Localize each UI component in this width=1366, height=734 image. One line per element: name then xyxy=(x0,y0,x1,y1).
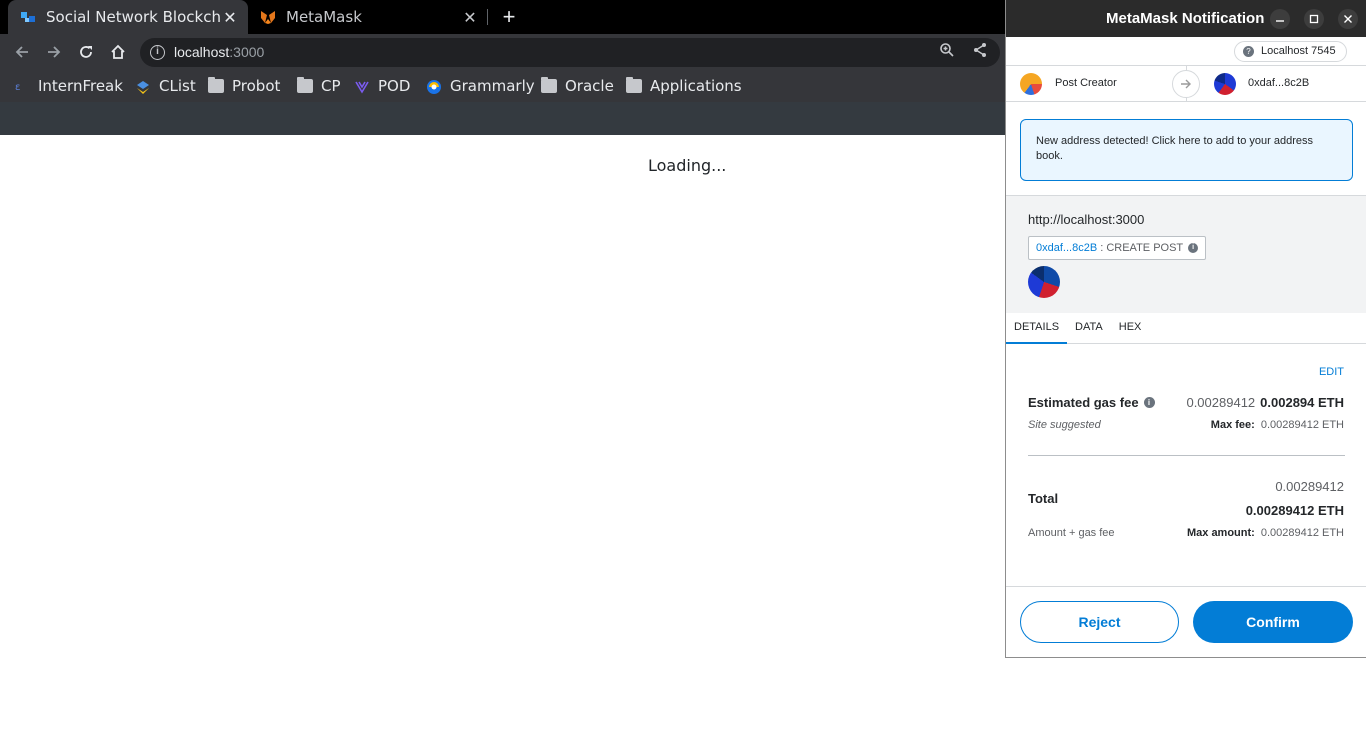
bookmark-internfreak[interactable]: ε InternFreak xyxy=(14,77,123,95)
origin-url: http://localhost:3000 xyxy=(1028,212,1145,227)
network-name: Localhost 7545 xyxy=(1261,45,1336,57)
amount-gas-label: Amount + gas fee xyxy=(1028,527,1115,539)
bookmark-cp[interactable]: CP xyxy=(297,77,341,95)
bookmark-applications[interactable]: Applications xyxy=(626,77,742,95)
bookmark-probot[interactable]: Probot xyxy=(208,77,280,95)
tab-separator xyxy=(487,9,488,25)
blockchain-favicon-icon xyxy=(20,9,36,25)
bookmark-label: Probot xyxy=(232,77,281,95)
minimize-icon[interactable] xyxy=(1270,9,1290,29)
bookmark-label: Grammarly xyxy=(450,77,535,95)
url-port: :3000 xyxy=(229,44,265,60)
forward-arrow-icon[interactable] xyxy=(42,40,66,64)
reject-button[interactable]: Reject xyxy=(1020,601,1179,643)
app-navbar xyxy=(0,102,1006,135)
share-icon[interactable] xyxy=(972,42,988,62)
svg-text:ε: ε xyxy=(15,82,20,93)
network-question-icon: ? xyxy=(1243,46,1254,57)
grammarly-icon xyxy=(426,79,442,94)
bookmark-grammarly[interactable]: Grammarly xyxy=(426,77,535,95)
maximize-icon[interactable] xyxy=(1304,9,1324,29)
max-amount-row: Max amount: 0.00289412 ETH xyxy=(1187,527,1344,539)
home-icon[interactable] xyxy=(106,40,130,64)
pod-icon xyxy=(354,79,370,94)
arrow-right-icon xyxy=(1172,70,1200,98)
tab-social-network-blockchain[interactable]: Social Network Blockchain ✕ xyxy=(8,0,248,34)
max-amount-label: Max amount: xyxy=(1186,527,1255,539)
to-address-avatar xyxy=(1214,73,1236,95)
tab-close-icon[interactable]: ✕ xyxy=(220,8,240,27)
total-amount: 0.00289412 ETH xyxy=(1245,503,1344,518)
bookmark-label: Oracle xyxy=(565,77,614,95)
tab-details[interactable]: DETAILS xyxy=(1006,313,1068,344)
contract-address-link[interactable]: 0xdaf...8c2B xyxy=(1036,237,1097,259)
window-title: MetaMask Notification xyxy=(1106,10,1265,27)
total-label: Total xyxy=(1028,491,1059,506)
folder-icon xyxy=(297,77,313,93)
max-fee-label: Max fee: xyxy=(1210,419,1255,431)
folder-icon xyxy=(208,77,224,93)
gas-fee-value: 0.00289412 xyxy=(1186,395,1256,410)
bookmark-oracle[interactable]: Oracle xyxy=(541,77,614,95)
metamask-notification-window: MetaMask Notification ? Localhost 7545 P… xyxy=(1005,0,1366,658)
total-amount-sub: 0.00289412 xyxy=(1275,479,1344,494)
zoom-icon[interactable] xyxy=(939,42,955,62)
from-account-name[interactable]: Post Creator xyxy=(1055,77,1117,89)
action-footer: Reject Confirm xyxy=(1006,586,1366,658)
tab-hex[interactable]: HEX xyxy=(1111,313,1150,344)
bookmark-label: CList xyxy=(159,77,196,95)
confirm-button[interactable]: Confirm xyxy=(1193,601,1353,643)
bookmark-clist[interactable]: CList xyxy=(135,77,196,95)
method-name: : CREATE POST xyxy=(1100,242,1184,254)
to-address[interactable]: 0xdaf...8c2B xyxy=(1248,77,1309,89)
max-fee-row: Max fee: 0.00289412 ETH xyxy=(1211,419,1344,431)
tab-title: MetaMask xyxy=(286,8,362,26)
sender-recipient-row: Post Creator 0xdaf...8c2B xyxy=(1006,66,1366,102)
estimated-gas-text: Estimated gas fee xyxy=(1028,395,1139,410)
site-info-icon[interactable]: i xyxy=(150,45,165,60)
edit-gas-button[interactable]: EDIT xyxy=(1319,366,1344,378)
window-titlebar: MetaMask Notification xyxy=(1006,0,1366,37)
site-suggested-label: Site suggested xyxy=(1028,419,1101,431)
from-account-avatar xyxy=(1020,73,1042,95)
new-address-notice[interactable]: New address detected! Click here to add … xyxy=(1020,119,1353,181)
bookmark-label: Applications xyxy=(650,77,742,95)
url-host: localhost xyxy=(174,44,230,60)
estimated-gas-values: 0.00289412 0.002894 ETH xyxy=(1186,395,1344,410)
tab-data[interactable]: DATA xyxy=(1067,313,1111,344)
transaction-origin-panel: http://localhost:3000 0xdaf...8c2B : CRE… xyxy=(1006,195,1366,313)
max-fee-value: 0.00289412 ETH xyxy=(1260,419,1344,431)
address-bar[interactable]: i localhost:3000 xyxy=(140,38,1000,67)
estimated-gas-label: Estimated gas fee i xyxy=(1028,395,1155,410)
tab-title: Social Network Blockchain xyxy=(46,8,220,26)
back-arrow-icon[interactable] xyxy=(10,40,34,64)
network-selector[interactable]: ? Localhost 7545 xyxy=(1234,41,1347,62)
tab-metamask[interactable]: MetaMask ✕ xyxy=(250,0,488,34)
folder-icon xyxy=(626,77,642,93)
bookmark-label: CP xyxy=(321,77,341,95)
reload-icon[interactable] xyxy=(74,40,98,64)
max-amount-value: 0.00289412 ETH xyxy=(1260,527,1344,539)
info-icon[interactable]: i xyxy=(1188,243,1199,253)
divider xyxy=(1028,455,1345,456)
folder-icon xyxy=(541,77,557,93)
method-badge: 0xdaf...8c2B : CREATE POST i xyxy=(1028,236,1207,260)
clist-icon xyxy=(135,79,151,94)
loading-text: Loading... xyxy=(648,156,727,175)
bookmark-label: InternFreak xyxy=(38,77,123,95)
bookmark-pod[interactable]: POD xyxy=(354,77,410,95)
network-row: ? Localhost 7545 xyxy=(1006,37,1366,66)
contract-identicon xyxy=(1028,266,1060,298)
tab-close-icon[interactable]: ✕ xyxy=(460,8,480,27)
new-tab-icon[interactable]: + xyxy=(498,4,520,30)
gas-fee-eth: 0.002894 ETH xyxy=(1260,395,1344,410)
fox-favicon-icon xyxy=(260,9,276,25)
close-window-icon[interactable] xyxy=(1338,9,1358,29)
info-icon[interactable]: i xyxy=(1143,397,1155,408)
internfreak-icon: ε xyxy=(14,79,30,93)
bookmark-label: POD xyxy=(378,77,411,95)
transaction-tabs: DETAILS DATA HEX xyxy=(1006,313,1366,344)
